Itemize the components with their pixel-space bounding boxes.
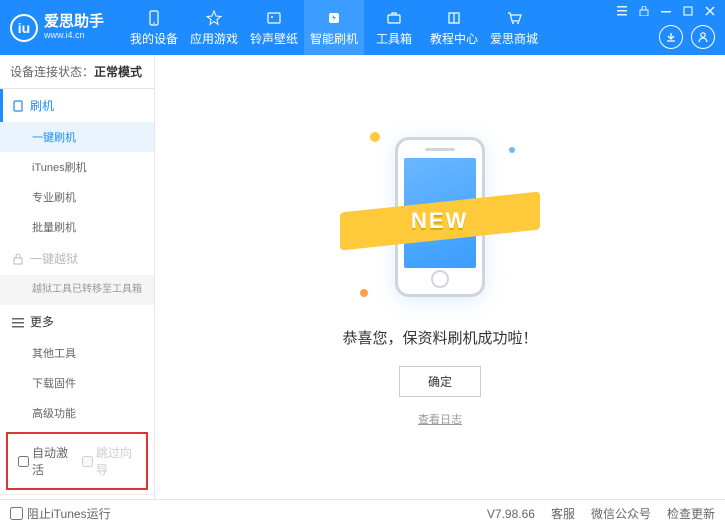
flash-icon	[325, 9, 343, 27]
version-label: V7.98.66	[487, 507, 535, 521]
main-content: NEW 恭喜您，保资料刷机成功啦！ 确定 查看日志	[155, 55, 725, 499]
window-controls	[615, 4, 717, 18]
jailbreak-note: 越狱工具已转移至工具箱	[0, 275, 154, 305]
success-message: 恭喜您，保资料刷机成功啦！	[342, 327, 537, 348]
lock-icon	[12, 253, 24, 265]
sidebar-item-batch[interactable]: 批量刷机	[0, 212, 154, 242]
block-itunes-checkbox[interactable]: 阻止iTunes运行	[10, 505, 111, 522]
sidebar-section-flash[interactable]: 刷机	[0, 89, 154, 122]
phone-icon	[145, 9, 163, 27]
sidebar-section-jailbreak: 一键越狱	[0, 242, 154, 275]
menu-icon	[12, 316, 24, 328]
nav-tutorials[interactable]: 教程中心	[424, 0, 484, 55]
skip-setup-checkbox[interactable]: 跳过向导	[82, 444, 136, 478]
sidebar-item-itunes[interactable]: iTunes刷机	[0, 152, 154, 182]
top-nav: 我的设备 应用游戏 铃声壁纸 智能刷机 工具箱 教程中心 爱思商城	[124, 0, 544, 55]
service-link[interactable]: 客服	[551, 505, 575, 522]
toolbox-icon	[385, 9, 403, 27]
cart-icon	[505, 9, 523, 27]
sidebar: 设备连接状态：正常模式 刷机 一键刷机 iTunes刷机 专业刷机 批量刷机 一…	[0, 55, 155, 499]
close-icon[interactable]	[703, 4, 717, 18]
lock-icon[interactable]	[637, 4, 651, 18]
view-log-link[interactable]: 查看日志	[418, 411, 462, 427]
device-status: 设备连接状态：正常模式	[0, 55, 154, 89]
nav-flash[interactable]: 智能刷机	[304, 0, 364, 55]
phone-icon	[12, 100, 24, 112]
nav-my-device[interactable]: 我的设备	[124, 0, 184, 55]
apps-icon	[205, 9, 223, 27]
book-icon	[445, 9, 463, 27]
sidebar-item-firmware[interactable]: 下载固件	[0, 368, 154, 398]
update-link[interactable]: 检查更新	[667, 505, 715, 522]
wechat-link[interactable]: 微信公众号	[591, 505, 651, 522]
minimize-icon[interactable]	[659, 4, 673, 18]
logo: iu 爱思助手 www.i4.cn	[10, 14, 124, 42]
app-header: iu 爱思助手 www.i4.cn 我的设备 应用游戏 铃声壁纸 智能刷机 工具…	[0, 0, 725, 55]
ok-button[interactable]: 确定	[399, 366, 481, 397]
menu-icon[interactable]	[615, 4, 629, 18]
nav-apps[interactable]: 应用游戏	[184, 0, 244, 55]
sidebar-item-other[interactable]: 其他工具	[0, 338, 154, 368]
options-row: 自动激活 跳过向导	[6, 432, 148, 490]
logo-url: www.i4.cn	[44, 31, 104, 41]
nav-store[interactable]: 爱思商城	[484, 0, 544, 55]
footer: 阻止iTunes运行 V7.98.66 客服 微信公众号 检查更新	[0, 499, 725, 527]
image-icon	[265, 9, 283, 27]
sidebar-item-advanced[interactable]: 高级功能	[0, 398, 154, 428]
success-illustration: NEW	[350, 127, 530, 307]
auto-activate-checkbox[interactable]: 自动激活	[18, 444, 72, 478]
nav-toolbox[interactable]: 工具箱	[364, 0, 424, 55]
maximize-icon[interactable]	[681, 4, 695, 18]
user-button[interactable]	[691, 25, 715, 49]
download-button[interactable]	[659, 25, 683, 49]
sidebar-section-more[interactable]: 更多	[0, 305, 154, 338]
logo-title: 爱思助手	[44, 14, 104, 31]
sidebar-item-pro[interactable]: 专业刷机	[0, 182, 154, 212]
nav-ringtones[interactable]: 铃声壁纸	[244, 0, 304, 55]
logo-icon: iu	[10, 14, 38, 42]
sidebar-item-oneclick[interactable]: 一键刷机	[0, 122, 154, 152]
